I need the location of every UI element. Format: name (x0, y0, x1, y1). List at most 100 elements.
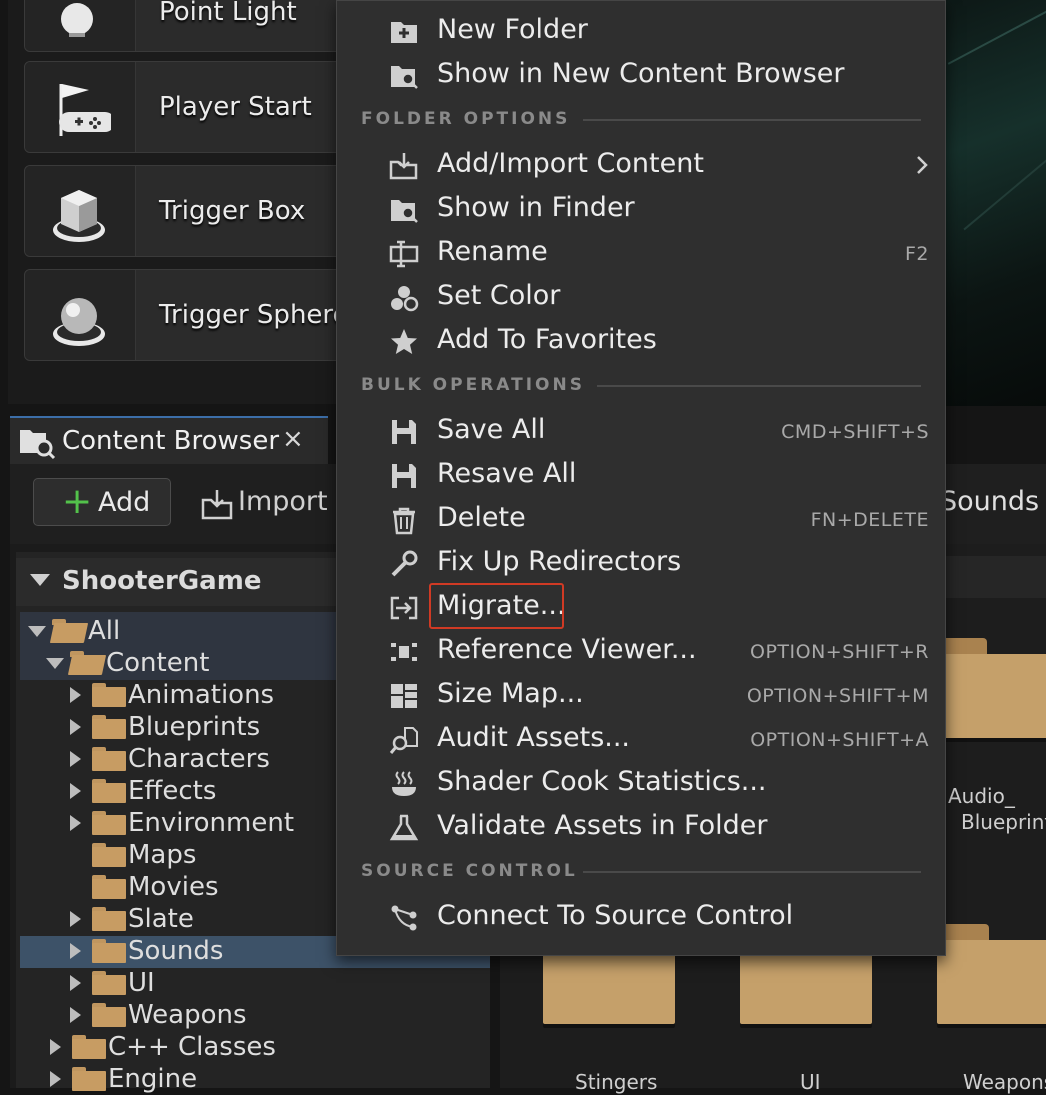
tree-item-sounds[interactable]: Sounds (70, 935, 223, 967)
menu-item-validate-assets[interactable]: Validate Assets in Folder (337, 805, 947, 849)
actor-item-trigger-sphere[interactable]: Trigger Sphere (24, 269, 344, 361)
menu-item-show-in-new-content-browser[interactable]: Show in New Content Browser (337, 53, 947, 97)
menu-item-rename[interactable]: Rename F2 (337, 231, 947, 275)
close-icon[interactable]: × (282, 424, 304, 454)
section-source-control: SOURCE CONTROL (361, 861, 578, 881)
tree-item-content[interactable]: Content (46, 647, 209, 679)
tree-label: Animations (128, 680, 275, 710)
tree-item-slate[interactable]: Slate (70, 903, 194, 935)
reference-viewer-icon (391, 643, 417, 661)
chevron-right-icon (70, 783, 81, 799)
breadcrumb-sounds[interactable]: Sounds (940, 486, 1039, 517)
tree-item-environment[interactable]: Environment (70, 807, 294, 839)
trigger-box-icon (25, 166, 136, 256)
chevron-right-icon (70, 719, 81, 735)
menu-item-label: Rename (437, 236, 548, 267)
menu-item-label: Size Map... (437, 678, 584, 709)
shortcut-label: OPTION+SHIFT+M (746, 685, 929, 707)
new-folder-icon (391, 22, 417, 43)
menu-item-size-map[interactable]: Size Map... OPTION+SHIFT+M (337, 673, 947, 717)
light-bulb-icon (25, 0, 136, 51)
menu-item-connect-to-source-control[interactable]: Connect To Source Control (337, 895, 947, 939)
menu-item-label: Add/Import Content (437, 148, 704, 179)
tree-item-blueprints[interactable]: Blueprints (70, 711, 260, 743)
shortcut-label: OPTION+SHIFT+A (750, 729, 929, 751)
cpp-folder-icon (72, 1035, 106, 1059)
chevron-right-icon (50, 1039, 61, 1055)
tree-item-all[interactable]: All (28, 615, 120, 647)
actor-label: Point Light (159, 0, 297, 27)
folder-icon (92, 875, 126, 899)
import-button[interactable]: Import (198, 478, 338, 526)
section-divider (583, 119, 921, 121)
chevron-right-icon (70, 1007, 81, 1023)
folder-icon (92, 843, 126, 867)
tree-label: All (88, 616, 121, 646)
menu-item-delete[interactable]: Delete FN+DELETE (337, 497, 947, 541)
menu-item-fix-up-redirectors[interactable]: Fix Up Redirectors (337, 541, 947, 585)
folder-icon (92, 907, 126, 931)
migrate-highlight-box (429, 583, 564, 629)
menu-item-add-to-favorites[interactable]: Add To Favorites (337, 319, 947, 363)
finder-icon (391, 200, 418, 223)
actor-item-player-start[interactable]: Player Start (24, 61, 344, 153)
actor-label: Player Start (159, 92, 312, 122)
tree-item-engine[interactable]: Engine (50, 1063, 197, 1095)
tree-label: Maps (128, 840, 197, 870)
tree-label: Weapons (128, 1000, 247, 1030)
size-map-icon (391, 684, 417, 708)
tree-label: Movies (128, 872, 219, 902)
menu-item-resave-all[interactable]: Resave All (337, 453, 947, 497)
menu-item-label: Show in New Content Browser (437, 58, 845, 89)
source-control-icon (391, 905, 417, 931)
open-folder-icon (67, 651, 107, 675)
tree-label: Effects (128, 776, 217, 806)
tree-item-maps[interactable]: Maps (92, 839, 196, 871)
menu-item-shader-cook-statistics[interactable]: Shader Cook Statistics... (337, 761, 947, 805)
tree-item-cpp-classes[interactable]: C++ Classes (50, 1031, 276, 1063)
menu-item-show-in-finder[interactable]: Show in Finder (337, 187, 947, 231)
actor-item-trigger-box[interactable]: Trigger Box (24, 165, 344, 257)
rename-icon (389, 240, 419, 268)
tree-item-animations[interactable]: Animations (70, 679, 274, 711)
tree-label: Sounds (128, 936, 224, 966)
tree-item-effects[interactable]: Effects (70, 775, 216, 807)
menu-item-new-folder[interactable]: New Folder (337, 9, 947, 53)
level-viewport[interactable] (940, 0, 1046, 406)
tab-content-browser[interactable]: Content Browser × (10, 416, 328, 464)
trigger-sphere-icon (25, 270, 136, 360)
shader-cook-icon (392, 771, 416, 796)
tree-label: Environment (128, 808, 295, 838)
menu-item-label: Resave All (437, 458, 577, 489)
menu-item-label: Save All (437, 414, 546, 445)
actor-item-point-light[interactable]: Point Light (24, 0, 344, 52)
shortcut-label: F2 (904, 243, 929, 265)
menu-item-save-all[interactable]: Save All CMD+SHIFT+S (337, 409, 947, 453)
menu-item-set-color[interactable]: Set Color (337, 275, 947, 319)
content-browser-search-icon (391, 66, 418, 89)
folder-icon (92, 1003, 126, 1027)
menu-item-audit-assets[interactable]: Audit Assets... OPTION+SHIFT+A (337, 717, 947, 761)
open-folder-icon (49, 619, 89, 643)
tab-title: Content Browser (62, 426, 280, 456)
asset-label: Stingers (575, 1070, 658, 1094)
tree-item-ui[interactable]: UI (70, 967, 155, 999)
chevron-right-icon (70, 911, 81, 927)
tree-item-weapons[interactable]: Weapons (70, 999, 247, 1031)
shortcut-label: FN+DELETE (810, 509, 929, 531)
folder-icon (92, 683, 126, 707)
menu-item-label: Shader Cook Statistics... (437, 766, 767, 797)
audit-icon (389, 727, 418, 754)
add-button[interactable]: + Add (33, 478, 171, 526)
section-divider (583, 871, 921, 873)
chevron-right-icon (70, 687, 81, 703)
star-icon (391, 329, 417, 354)
menu-item-reference-viewer[interactable]: Reference Viewer... OPTION+SHIFT+R (337, 629, 947, 673)
tree-item-movies[interactable]: Movies (92, 871, 219, 903)
tree-item-characters[interactable]: Characters (70, 743, 270, 775)
folder-icon (92, 779, 126, 803)
player-start-flag-icon (25, 62, 136, 152)
menu-item-add-import-content[interactable]: Add/Import Content (337, 143, 947, 187)
chevron-right-icon (70, 943, 81, 959)
menu-item-label: Set Color (437, 280, 561, 311)
